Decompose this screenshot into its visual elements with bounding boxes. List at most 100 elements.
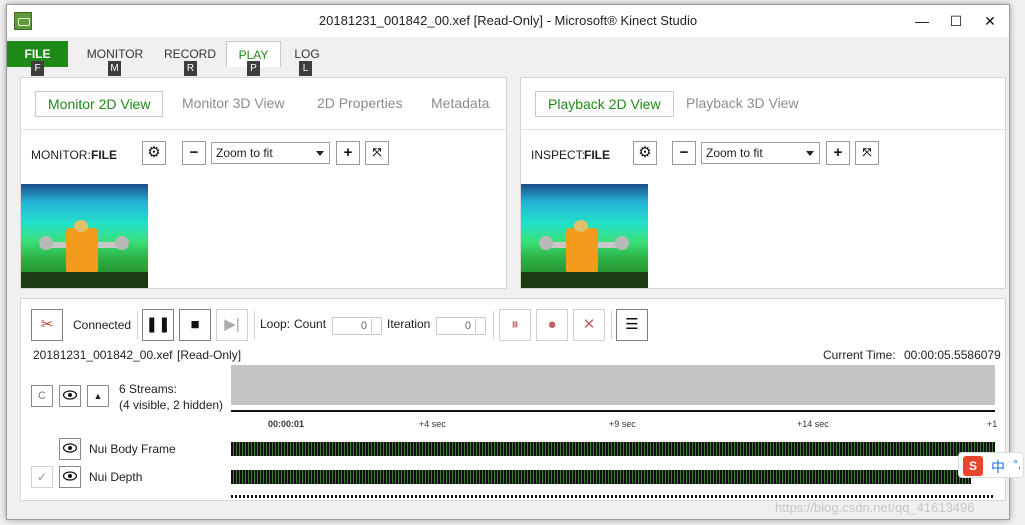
keytip-r: R	[184, 61, 197, 76]
stepper-arrows-icon[interactable]	[371, 319, 380, 333]
monitor-panel: Monitor 2D View Monitor 3D View 2D Prope…	[20, 77, 507, 289]
right-hand-shape	[615, 236, 629, 250]
zoom-in-button[interactable]: +	[336, 141, 360, 165]
sogou-icon: S	[963, 456, 983, 476]
toolbar-separator	[611, 311, 612, 339]
current-time-label: Current Time:	[823, 348, 896, 362]
list-icon[interactable]: ☰	[616, 309, 648, 341]
iteration-value: 0	[464, 320, 471, 332]
keytip-f: F	[31, 61, 44, 76]
close-button[interactable]: ✕	[977, 11, 1003, 31]
ime-language[interactable]: 中	[991, 457, 1005, 477]
iteration-stepper[interactable]: 0	[436, 317, 486, 335]
playback-depth-image	[521, 184, 648, 288]
ribbon-tabs: FILE MONITOR RECORD PLAY LOG F M R P L	[7, 37, 1009, 76]
timeline-overview[interactable]	[231, 365, 995, 405]
zoom-select-value: Zoom to fit	[216, 146, 273, 160]
window-title: 20181231_001842_00.xef [Read-Only] - Mic…	[318, 13, 698, 28]
inspect-source-label: INSPECT:	[531, 148, 586, 162]
count-value: 0	[360, 320, 367, 332]
eye-icon[interactable]	[59, 466, 81, 488]
body-head-shape	[74, 220, 88, 232]
add-pause-point-icon[interactable]: ●	[536, 309, 568, 341]
timeline-tick: +9 sec	[609, 419, 636, 429]
count-label: Count	[294, 317, 327, 331]
stop-button[interactable]: ■	[179, 309, 211, 341]
floor-shape	[521, 272, 648, 288]
collapse-streams-button[interactable]: C	[31, 385, 53, 407]
toolbar-separator	[493, 311, 494, 339]
title-bar: 20181231_001842_00.xef [Read-Only] - Mic…	[7, 5, 1009, 37]
remove-pause-points-icon[interactable]: ✕	[573, 309, 605, 341]
tab-2d-properties[interactable]: 2D Properties	[317, 95, 403, 111]
connection-status: Connected	[73, 318, 132, 332]
zoom-select[interactable]: Zoom to fit	[211, 142, 330, 164]
triangle-up-icon[interactable]: ▲	[87, 385, 109, 407]
stream-track-partial	[231, 495, 995, 498]
floor-shape	[21, 272, 148, 288]
stream-track-depth[interactable]	[231, 470, 971, 484]
playback-panel: Playback 2D View Playback 3D View INSPEC…	[520, 77, 1006, 289]
eye-icon[interactable]	[59, 438, 81, 460]
connect-plug-icon[interactable]: ✂	[31, 309, 63, 341]
monitor-depth-image	[21, 184, 148, 288]
playback-controls-panel: ✂ Connected ❚❚ ■ ▶| Loop: Count 0 Iterat…	[20, 298, 1006, 501]
playback-view-tabs: Playback 2D View Playback 3D View	[521, 78, 1005, 130]
gear-icon[interactable]: ⚙	[142, 141, 166, 165]
pause-point-icon[interactable]: ⏸	[499, 309, 531, 341]
iteration-label: Iteration	[387, 317, 431, 331]
keytip-l: L	[299, 61, 312, 76]
punctuation-icon[interactable]: °,	[1013, 457, 1021, 471]
chevron-down-icon	[806, 151, 814, 156]
toolbar-separator	[254, 311, 255, 339]
timeline-tick: +14 sec	[797, 419, 829, 429]
toolbar-separator	[137, 311, 138, 339]
zoom-select[interactable]: Zoom to fit	[701, 142, 820, 164]
fit-screen-icon[interactable]: ⤧	[855, 141, 879, 165]
count-stepper[interactable]: 0	[332, 317, 382, 335]
watermark: https://blog.csdn.net/qq_41613496	[775, 500, 975, 515]
read-only-label: [Read-Only]	[177, 348, 242, 362]
timeline-tick: +1	[987, 419, 998, 429]
stream-name: Nui Body Frame	[89, 442, 176, 456]
stream-name: Nui Depth	[89, 470, 143, 484]
tab-metadata[interactable]: Metadata	[431, 95, 489, 111]
loop-label: Loop:	[260, 317, 291, 331]
timeline-ruler	[231, 410, 995, 412]
streams-count: 6 Streams:	[119, 382, 178, 396]
streams-visibility: (4 visible, 2 hidden)	[119, 398, 224, 412]
eye-icon[interactable]	[59, 385, 81, 407]
monitor-view-tabs: Monitor 2D View Monitor 3D View 2D Prope…	[21, 78, 506, 130]
stepper-arrows-icon[interactable]	[475, 319, 484, 333]
maximize-button[interactable]: ☐	[943, 11, 969, 31]
body-head-shape	[574, 220, 588, 232]
tab-monitor-3d-view[interactable]: Monitor 3D View	[182, 95, 284, 111]
stream-track-body-frame[interactable]	[231, 442, 995, 456]
body-torso-shape	[66, 228, 98, 274]
monitor-source-value: FILE	[91, 148, 117, 162]
ime-toolbar[interactable]: S 中 °,	[958, 452, 1024, 478]
step-forward-button[interactable]: ▶|	[216, 309, 248, 341]
tab-monitor-2d-view[interactable]: Monitor 2D View	[35, 91, 164, 117]
zoom-out-button[interactable]: −	[672, 141, 696, 165]
zoom-in-button[interactable]: +	[826, 141, 850, 165]
right-hand-shape	[115, 236, 129, 250]
zoom-out-button[interactable]: −	[182, 141, 206, 165]
tab-playback-2d-view[interactable]: Playback 2D View	[535, 91, 674, 117]
gear-icon[interactable]: ⚙	[633, 141, 657, 165]
current-time-value: 00:00:05.5586079	[904, 348, 1001, 362]
tab-playback-3d-view[interactable]: Playback 3D View	[686, 95, 799, 111]
left-hand-shape	[539, 236, 553, 250]
left-hand-shape	[39, 236, 53, 250]
fit-screen-icon[interactable]: ⤧	[365, 141, 389, 165]
timeline-tick: +4 sec	[419, 419, 446, 429]
checkmark-icon[interactable]: ✓	[31, 466, 53, 488]
minimize-button[interactable]: —	[909, 11, 935, 31]
chevron-down-icon	[316, 151, 324, 156]
keytip-m: M	[108, 61, 121, 76]
pause-button[interactable]: ❚❚	[142, 309, 174, 341]
inspect-source-value: FILE	[584, 148, 610, 162]
file-name: 20181231_001842_00.xef	[33, 348, 173, 362]
monitor-source-label: MONITOR:	[31, 148, 91, 162]
zoom-select-value: Zoom to fit	[706, 146, 763, 160]
